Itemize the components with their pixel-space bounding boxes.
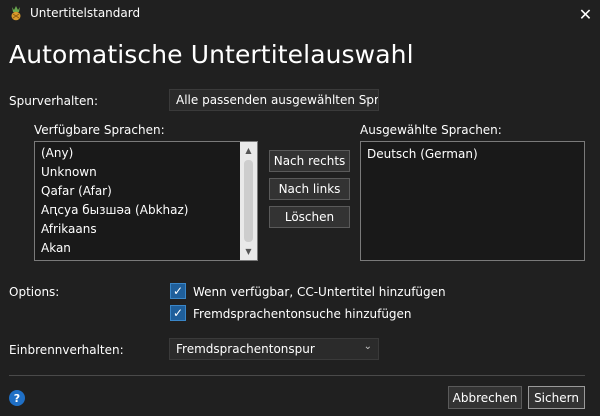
list-item[interactable]: Deutsch (German) (361, 145, 581, 164)
cc-subtitles-label: Wenn verfügbar, CC-Untertitel hinzufügen (193, 285, 446, 299)
selected-languages-list[interactable]: Deutsch (German) (360, 141, 585, 261)
list-item[interactable]: (Any) (35, 144, 241, 163)
options-label: Options: (9, 285, 60, 299)
move-right-button[interactable]: Nach rechts (269, 150, 350, 172)
list-item[interactable]: Aԥсуа бызшәа (Abkhaz) (35, 201, 241, 220)
list-item[interactable]: Afrikaans (35, 220, 241, 239)
close-icon: ✕ (578, 4, 593, 24)
available-languages-list[interactable]: (Any) Unknown Qafar (Afar) Aԥсуа бызшәа … (34, 141, 258, 261)
help-icon[interactable]: ? (9, 390, 25, 406)
list-item[interactable]: Akan (35, 239, 241, 258)
selected-languages-label: Ausgewählte Sprachen: (360, 123, 502, 137)
window-title: Untertitelstandard (30, 6, 141, 20)
cancel-button[interactable]: Abbrechen (448, 386, 522, 409)
burn-in-value: Fremdsprachentonspur (176, 342, 315, 356)
scroll-down-icon[interactable]: ▼ (240, 243, 257, 260)
available-languages-label: Verfügbare Sprachen: (34, 123, 165, 137)
handbrake-pineapple-icon (8, 5, 24, 21)
foreign-audio-search-label: Fremdsprachentonsuche hinzufügen (193, 307, 412, 321)
track-behavior-dropdown[interactable]: Alle passenden ausgewählten Sprachen ⌄ (169, 89, 379, 111)
foreign-audio-search-checkbox[interactable]: ✓ (170, 305, 186, 321)
burn-in-label: Einbrennverhalten: (9, 343, 124, 357)
checkmark-icon: ✓ (172, 284, 184, 298)
track-behavior-label: Spurverhalten: (9, 94, 99, 108)
close-window-button[interactable]: ✕ (571, 0, 600, 28)
save-button[interactable]: Sichern (528, 386, 585, 409)
move-left-button[interactable]: Nach links (269, 178, 350, 200)
chevron-down-icon: ⌄ (363, 92, 372, 103)
vertical-scrollbar[interactable]: ▲ ▼ (240, 142, 257, 260)
list-item[interactable]: Qafar (Afar) (35, 182, 241, 201)
chevron-down-icon: ⌄ (363, 341, 372, 352)
clear-button[interactable]: Löschen (269, 206, 350, 228)
burn-in-dropdown[interactable]: Fremdsprachentonspur ⌄ (169, 338, 379, 360)
page-title: Automatische Untertitelauswahl (9, 40, 414, 69)
checkmark-icon: ✓ (172, 306, 184, 320)
scroll-up-icon[interactable]: ▲ (240, 142, 257, 159)
cc-subtitles-checkbox[interactable]: ✓ (170, 283, 186, 299)
track-behavior-value: Alle passenden ausgewählten Sprachen (176, 93, 379, 107)
scroll-thumb[interactable] (244, 160, 253, 242)
list-item[interactable]: Unknown (35, 163, 241, 182)
footer-divider (9, 375, 585, 376)
